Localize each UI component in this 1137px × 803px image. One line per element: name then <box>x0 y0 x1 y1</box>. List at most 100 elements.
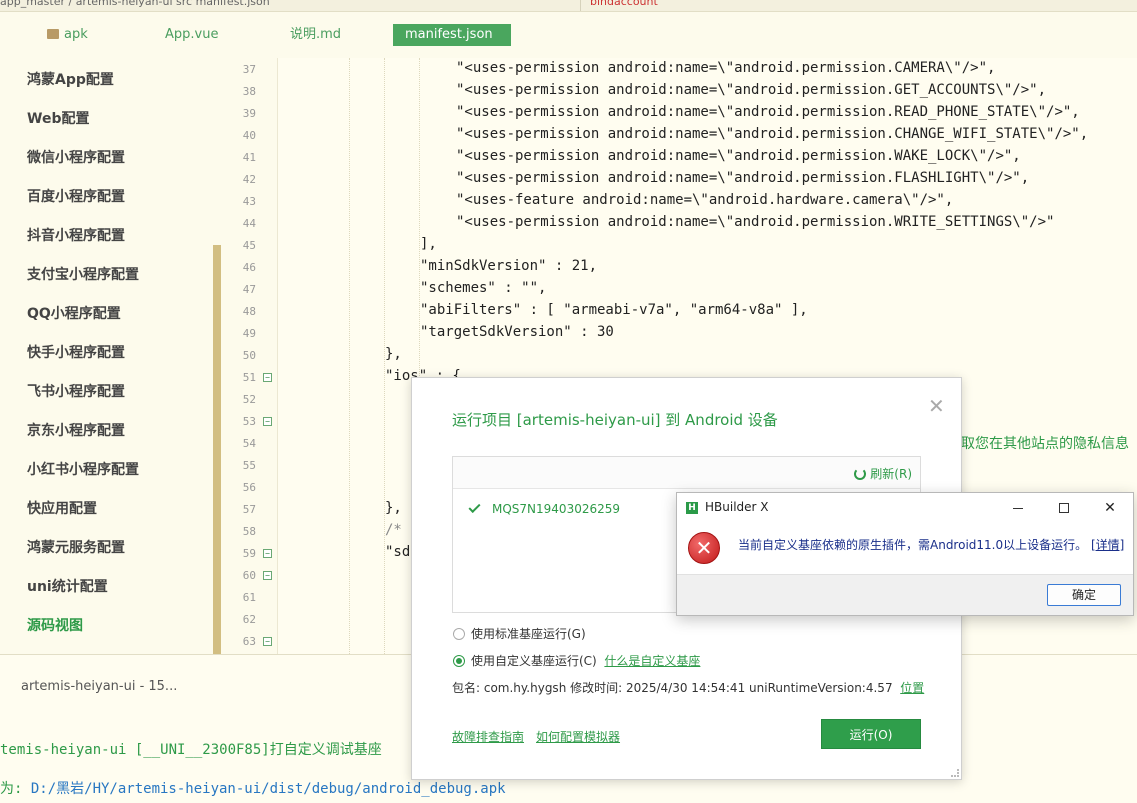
indent-guide <box>349 58 350 654</box>
divider <box>580 0 581 11</box>
maximize-button[interactable] <box>1041 493 1087 523</box>
sidebar-item-harmony-app[interactable]: 鸿蒙App配置 <box>27 69 114 89</box>
apk-path-link[interactable]: D:/黑岩/HY/artemis-heiyan-ui/dist/debug/an… <box>31 781 506 797</box>
code-line: "minSdkVersion" : 21, <box>420 258 598 274</box>
sidebar-item-qq[interactable]: QQ小程序配置 <box>27 303 121 323</box>
line-number: 48 <box>242 305 256 318</box>
alert-footer: 确定 <box>677 574 1133 615</box>
window-title: HBuilder X <box>705 500 769 514</box>
line-number: 61 <box>242 591 256 604</box>
tab-label: App.vue <box>165 27 219 42</box>
line-number: 55 <box>242 459 256 472</box>
details-link[interactable]: [详情] <box>1091 538 1124 552</box>
dialog-title: 运行项目 [artemis-heiyan-ui] 到 Android 设备 <box>452 411 778 429</box>
console-line: 为: D:/黑岩/HY/artemis-heiyan-ui/dist/debug… <box>0 778 506 798</box>
line-number: 52 <box>242 393 256 406</box>
tab-label: manifest.json <box>405 27 493 42</box>
console-line-prefix: 为: <box>0 781 31 797</box>
radio-standard-base[interactable]: 使用标准基座运行(G) <box>453 625 586 642</box>
package-info: 包名: com.hy.hygsh 修改时间: 2025/4/30 14:54:4… <box>452 679 924 696</box>
line-number: 38 <box>242 85 256 98</box>
code-line: "<uses-permission android:name=\"android… <box>456 60 996 76</box>
tab-bindaccount[interactable]: bindaccount <box>590 0 658 8</box>
code-line: /* <box>385 522 402 538</box>
sidebar-item-web[interactable]: Web配置 <box>27 108 89 128</box>
alert-text: 当前自定义基座依赖的原生插件，需Android11.0以上设备运行。 <box>738 538 1088 552</box>
fold-toggle-icon[interactable]: − <box>263 637 272 646</box>
sidebar-item-jd[interactable]: 京东小程序配置 <box>27 420 125 440</box>
console-line: temis-heiyan-ui [__UNI__2300F85]打自定义调试基座 <box>0 742 382 758</box>
tab-apk[interactable]: apk <box>47 24 88 46</box>
top-path-strip: app_master / artemis-heiyan-ui src manif… <box>0 0 1137 12</box>
minimize-button[interactable] <box>995 493 1041 523</box>
device-id: MQS7N19403026259 <box>492 502 621 516</box>
fold-toggle-icon[interactable]: − <box>263 549 272 558</box>
line-number: 54 <box>242 437 256 450</box>
code-line: "<uses-permission android:name=\"android… <box>456 82 1047 98</box>
sidebar-item-kuaishou[interactable]: 快手小程序配置 <box>27 342 125 362</box>
tab-app-vue[interactable]: App.vue <box>165 24 218 46</box>
close-icon: ✕ <box>1104 500 1116 516</box>
sidebar-item-source-view[interactable]: 源码视图 <box>27 615 83 635</box>
sidebar-item-quickapp[interactable]: 快应用配置 <box>27 498 97 518</box>
tab-manifest-json[interactable]: manifest.json <box>393 24 511 46</box>
window-titlebar[interactable]: H HBuilder X ✕ <box>677 493 1133 523</box>
line-number: 63 <box>242 635 256 648</box>
fold-toggle-icon[interactable]: − <box>263 373 272 382</box>
refresh-button[interactable]: 刷新(R) <box>854 465 912 482</box>
line-number-gutter: 37 38 39 40 41 42 43 44 45 46 47 48 49 5… <box>222 58 278 654</box>
code-line: "<uses-permission android:name=\"android… <box>456 126 1089 142</box>
refresh-icon <box>854 468 867 480</box>
fold-toggle-icon[interactable]: − <box>263 571 272 580</box>
resize-grip-icon[interactable] <box>951 769 959 777</box>
tab-label: apk <box>64 27 88 42</box>
sidebar-item-uni-stat[interactable]: uni统计配置 <box>27 576 108 596</box>
sidebar-item-harmony-service[interactable]: 鸿蒙元服务配置 <box>27 537 125 557</box>
line-number: 42 <box>242 173 256 186</box>
location-link[interactable]: 位置 <box>900 681 924 695</box>
line-number: 51 <box>242 371 256 384</box>
maximize-icon <box>1059 503 1069 513</box>
line-number: 43 <box>242 195 256 208</box>
sidebar-item-alipay[interactable]: 支付宝小程序配置 <box>27 264 139 284</box>
line-number: 60 <box>242 569 256 582</box>
sidebar-item-wechat[interactable]: 微信小程序配置 <box>27 147 125 167</box>
line-number: 39 <box>242 107 256 120</box>
device-list-header: 刷新(R) <box>453 457 920 489</box>
manifest-config-sidebar: 鸿蒙App配置 Web配置 微信小程序配置 百度小程序配置 抖音小程序配置 支付… <box>0 58 222 654</box>
error-icon: ✕ <box>688 532 720 564</box>
sidebar-item-douyin[interactable]: 抖音小程序配置 <box>27 225 125 245</box>
emulator-help-link[interactable]: 如何配置模拟器 <box>536 728 620 745</box>
code-line: "<uses-permission android:name=\"android… <box>456 214 1055 230</box>
hbuilder-alert-window: H HBuilder X ✕ ✕ 当前自定义基座依赖的原生插件，需Android… <box>676 492 1134 616</box>
radio-label: 使用标准基座运行(G) <box>471 627 586 641</box>
fold-toggle-icon[interactable]: − <box>263 417 272 426</box>
troubleshoot-link[interactable]: 故障排查指南 <box>452 728 524 745</box>
package-meta: 包名: com.hy.hygsh 修改时间: 2025/4/30 14:54:4… <box>452 681 893 695</box>
radio-custom-base[interactable]: 使用自定义基座运行(C) 什么是自定义基座 <box>453 652 700 669</box>
console-tab[interactable]: artemis-heiyan-ui - 15... <box>21 679 177 694</box>
line-number: 53 <box>242 415 256 428</box>
sidebar-item-feishu[interactable]: 飞书小程序配置 <box>27 381 125 401</box>
hbuilder-app-icon: H <box>686 502 698 514</box>
folder-icon <box>47 29 59 39</box>
minimize-icon <box>1013 507 1023 509</box>
file-tab-bar: apk App.vue 说明.md manifest.json <box>0 12 1137 58</box>
line-number: 50 <box>242 349 256 362</box>
sidebar-item-xiaohongshu[interactable]: 小红书小程序配置 <box>27 459 139 479</box>
sidebar-item-baidu[interactable]: 百度小程序配置 <box>27 186 125 206</box>
line-number: 44 <box>242 217 256 230</box>
line-number: 37 <box>242 63 256 76</box>
line-number: 62 <box>242 613 256 626</box>
close-button[interactable]: ✕ <box>1087 493 1133 523</box>
device-item[interactable]: MQS7N19403026259 <box>468 500 621 516</box>
line-number: 49 <box>242 327 256 340</box>
sidebar-scrollbar[interactable] <box>213 245 221 654</box>
ok-button[interactable]: 确定 <box>1047 584 1121 606</box>
code-line: "<uses-permission android:name=\"android… <box>456 170 1030 186</box>
close-icon[interactable]: ✕ <box>928 394 945 418</box>
run-button[interactable]: 运行(O) <box>821 719 921 749</box>
line-number: 45 <box>242 239 256 252</box>
tab-readme[interactable]: 说明.md <box>290 24 341 46</box>
custom-base-help-link[interactable]: 什么是自定义基座 <box>604 654 700 668</box>
